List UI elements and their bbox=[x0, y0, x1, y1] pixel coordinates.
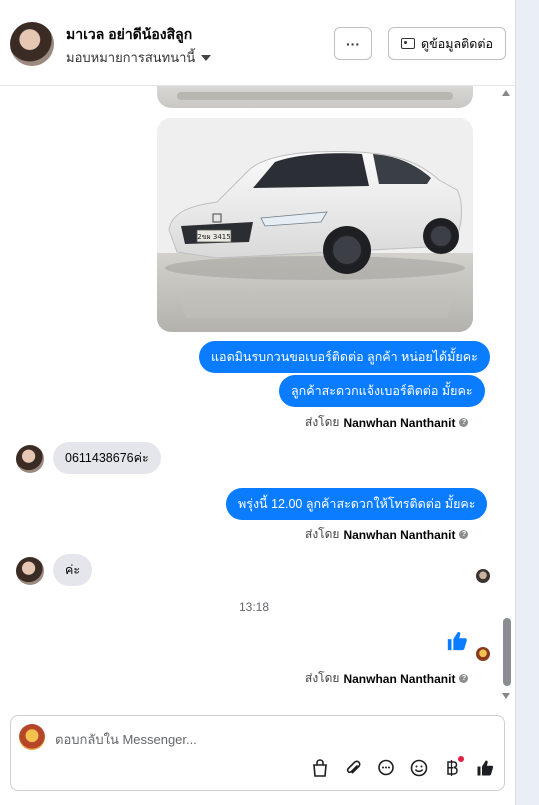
info-icon[interactable]: ? bbox=[459, 418, 469, 427]
scrollbar-thumb[interactable] bbox=[503, 618, 511, 686]
outgoing-message[interactable]: แอดมินรบกวนขอเบอร์ติดต่อ ลูกค้า หน่อยได้… bbox=[199, 341, 490, 373]
saved-replies-icon[interactable] bbox=[377, 759, 395, 777]
more-label: ··· bbox=[346, 35, 360, 52]
page-avatar bbox=[19, 724, 45, 750]
incoming-message[interactable]: ค่ะ bbox=[53, 554, 93, 586]
composer-toolbar bbox=[311, 756, 494, 777]
sender-name: Nanwhan Nanthanit bbox=[343, 671, 456, 686]
outgoing-message[interactable]: พรุ่งนี้ 12.00 ลูกค้าสะดวกให้โทรติดต่อ ม… bbox=[226, 488, 488, 520]
message-timestamp: 13:18 bbox=[238, 600, 270, 614]
previous-image-attachment[interactable] bbox=[157, 86, 473, 108]
sent-by-label: ส่งโดย Nanwhan Nanthanit ? bbox=[305, 669, 469, 688]
contact-avatar[interactable] bbox=[10, 22, 54, 66]
sent-by-prefix: ส่งโดย bbox=[305, 415, 340, 429]
reply-composer bbox=[10, 715, 505, 791]
page-seen-avatar bbox=[476, 647, 490, 661]
outgoing-message[interactable]: ลูกค้าสะดวกแจ้งเบอร์ติดต่อ มั้ยคะ bbox=[279, 375, 485, 407]
view-contact-button[interactable]: ดูข้อมูลติดต่อ bbox=[388, 27, 506, 60]
contact-card-icon bbox=[401, 38, 416, 49]
right-panel-edge bbox=[516, 0, 539, 805]
reply-input[interactable] bbox=[55, 730, 475, 748]
contact-avatar-small[interactable] bbox=[16, 445, 44, 473]
scroll-up-arrow-icon[interactable] bbox=[502, 90, 510, 96]
send-like-icon[interactable] bbox=[476, 759, 494, 777]
caret-down-icon bbox=[201, 54, 212, 61]
payment-baht-icon[interactable] bbox=[443, 756, 464, 777]
car-image-attachment[interactable]: 2ขผ 3415 bbox=[157, 118, 473, 332]
info-icon[interactable]: ? bbox=[459, 674, 469, 683]
emoji-icon[interactable] bbox=[410, 759, 428, 777]
sender-name: Nanwhan Nanthanit bbox=[343, 415, 456, 430]
contact-avatar-small[interactable] bbox=[16, 557, 44, 585]
thumbs-up-sticker-icon[interactable] bbox=[446, 630, 468, 652]
assign-label: มอบหมายการสนทนานี้ bbox=[66, 50, 196, 65]
more-options-button[interactable]: ··· bbox=[334, 27, 372, 60]
info-icon[interactable]: ? bbox=[459, 530, 469, 539]
car-photo-graphic: 2ขผ 3415 bbox=[157, 118, 473, 332]
incoming-message[interactable]: 0611438676ค่ะ bbox=[53, 442, 161, 474]
sent-by-prefix: ส่งโดย bbox=[305, 527, 340, 541]
license-plate-text: 2ขผ 3415 bbox=[197, 233, 230, 241]
sender-name: Nanwhan Nanthanit bbox=[343, 527, 456, 542]
scroll-down-arrow-icon[interactable] bbox=[502, 693, 510, 699]
conversation-header: มาเวล อย่าดีน้องสิลูก มอบหมายการสนทนานี้… bbox=[0, 0, 516, 86]
sent-by-label: ส่งโดย Nanwhan Nanthanit ? bbox=[305, 525, 469, 544]
contact-button-label: ดูข้อมูลติดต่อ bbox=[421, 36, 493, 51]
assign-conversation-dropdown[interactable]: มอบหมายการสนทนานี้ bbox=[66, 47, 212, 68]
contact-name[interactable]: มาเวล อย่าดีน้องสิลูก bbox=[66, 24, 192, 46]
sent-by-prefix: ส่งโดย bbox=[305, 671, 340, 685]
seen-receipt-avatar bbox=[476, 569, 490, 583]
notification-dot bbox=[458, 756, 464, 762]
sent-by-label: ส่งโดย Nanwhan Nanthanit ? bbox=[305, 413, 469, 432]
attachment-paperclip-icon[interactable] bbox=[344, 759, 362, 777]
conversation-panel: มาเวล อย่าดีน้องสิลูก มอบหมายการสนทนานี้… bbox=[0, 0, 516, 805]
shopping-bag-icon[interactable] bbox=[311, 759, 329, 777]
